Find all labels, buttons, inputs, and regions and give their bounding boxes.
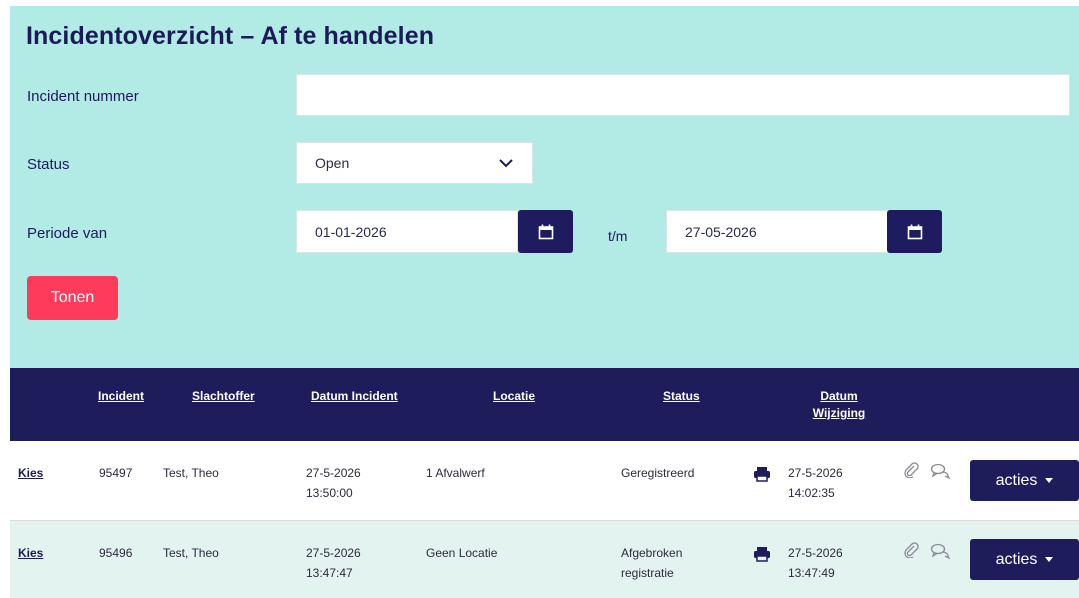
chat-bubbles-icon[interactable] bbox=[930, 543, 950, 559]
incident-number-label: Incident nummer bbox=[27, 88, 139, 105]
incident-number: 95497 bbox=[99, 466, 133, 480]
datum-wijziging-time: 13:47:49 bbox=[788, 566, 835, 580]
locatie: 1 Afvalwerf bbox=[426, 466, 485, 480]
status: Afgebroken registratie bbox=[621, 543, 682, 583]
header-slachtoffer[interactable]: Slachtoffer bbox=[192, 388, 255, 405]
page-title: Incidentoverzicht – Af te handelen bbox=[26, 22, 435, 50]
caret-down-icon bbox=[1045, 478, 1054, 483]
status-select[interactable]: Open bbox=[296, 142, 533, 184]
tonen-button[interactable]: Tonen bbox=[27, 276, 118, 320]
header-datum-incident[interactable]: Datum Incident bbox=[311, 388, 398, 405]
periode-label: Periode van bbox=[27, 225, 108, 242]
slachtoffer: Test, Theo bbox=[163, 546, 219, 560]
acties-label: acties bbox=[995, 550, 1038, 568]
paperclip-icon[interactable] bbox=[903, 462, 919, 478]
datum-incident: 27-5-2026 13:47:47 bbox=[306, 543, 361, 583]
datum-incident-time: 13:47:47 bbox=[306, 566, 353, 580]
datum-incident-time: 13:50:00 bbox=[306, 486, 353, 500]
tm-label: t/m bbox=[608, 228, 628, 244]
status-label: Status bbox=[27, 156, 70, 173]
table-row: Kies 95497 Test, Theo 27-5-2026 13:50:00… bbox=[10, 441, 1079, 521]
kies-link[interactable]: Kies bbox=[18, 543, 43, 563]
status: Geregistreerd bbox=[621, 463, 694, 483]
table-row: Kies 95496 Test, Theo 27-5-2026 13:47:47… bbox=[10, 521, 1079, 598]
slachtoffer: Test, Theo bbox=[163, 466, 219, 480]
acties-button[interactable]: acties bbox=[970, 460, 1079, 501]
datum-incident-date: 27-5-2026 bbox=[306, 546, 361, 560]
table-header: Incident Slachtoffer Datum Incident Loca… bbox=[10, 368, 1079, 441]
calendar-icon bbox=[538, 224, 553, 239]
periode-tm-calendar-button[interactable] bbox=[887, 210, 942, 253]
datum-wijziging-date: 27-5-2026 bbox=[788, 546, 843, 560]
header-datum-wijziging-line1: Datum bbox=[820, 389, 858, 403]
filter-panel: Incidentoverzicht – Af te handelen Incid… bbox=[10, 6, 1079, 368]
acties-button[interactable]: acties bbox=[970, 539, 1079, 580]
printer-icon[interactable] bbox=[753, 546, 771, 562]
status-line1: Geregistreerd bbox=[621, 466, 695, 480]
printer-icon[interactable] bbox=[753, 466, 771, 482]
header-locatie[interactable]: Locatie bbox=[493, 388, 535, 405]
datum-wijziging: 27-5-2026 13:47:49 bbox=[788, 543, 843, 583]
periode-van-input[interactable]: 01-01-2026 bbox=[296, 210, 518, 253]
status-select-value: Open bbox=[315, 155, 350, 171]
status-line2: registratie bbox=[621, 566, 674, 580]
header-datum-wijziging[interactable]: Datum Wijziging bbox=[807, 388, 871, 422]
chat-bubbles-icon[interactable] bbox=[930, 463, 950, 479]
periode-van-calendar-button[interactable] bbox=[518, 210, 573, 253]
datum-wijziging: 27-5-2026 14:02:35 bbox=[788, 463, 843, 503]
caret-down-icon bbox=[1045, 557, 1054, 562]
periode-tm-input[interactable]: 27-05-2026 bbox=[666, 210, 888, 253]
locatie: Geen Locatie bbox=[426, 546, 498, 560]
datum-incident: 27-5-2026 13:50:00 bbox=[306, 463, 361, 503]
status-line1: Afgebroken bbox=[621, 546, 683, 560]
header-incident[interactable]: Incident bbox=[98, 388, 144, 405]
chevron-down-icon bbox=[499, 159, 513, 168]
incident-number: 95496 bbox=[99, 546, 133, 560]
paperclip-icon[interactable] bbox=[903, 542, 919, 558]
datum-wijziging-time: 14:02:35 bbox=[788, 486, 835, 500]
acties-label: acties bbox=[995, 471, 1038, 489]
datum-incident-date: 27-5-2026 bbox=[306, 466, 361, 480]
kies-link[interactable]: Kies bbox=[18, 463, 43, 483]
header-status[interactable]: Status bbox=[663, 388, 700, 405]
header-datum-wijziging-line2: Wijziging bbox=[812, 406, 866, 420]
incident-number-input[interactable] bbox=[296, 74, 1070, 116]
datum-wijziging-date: 27-5-2026 bbox=[788, 466, 843, 480]
calendar-icon bbox=[907, 224, 922, 239]
